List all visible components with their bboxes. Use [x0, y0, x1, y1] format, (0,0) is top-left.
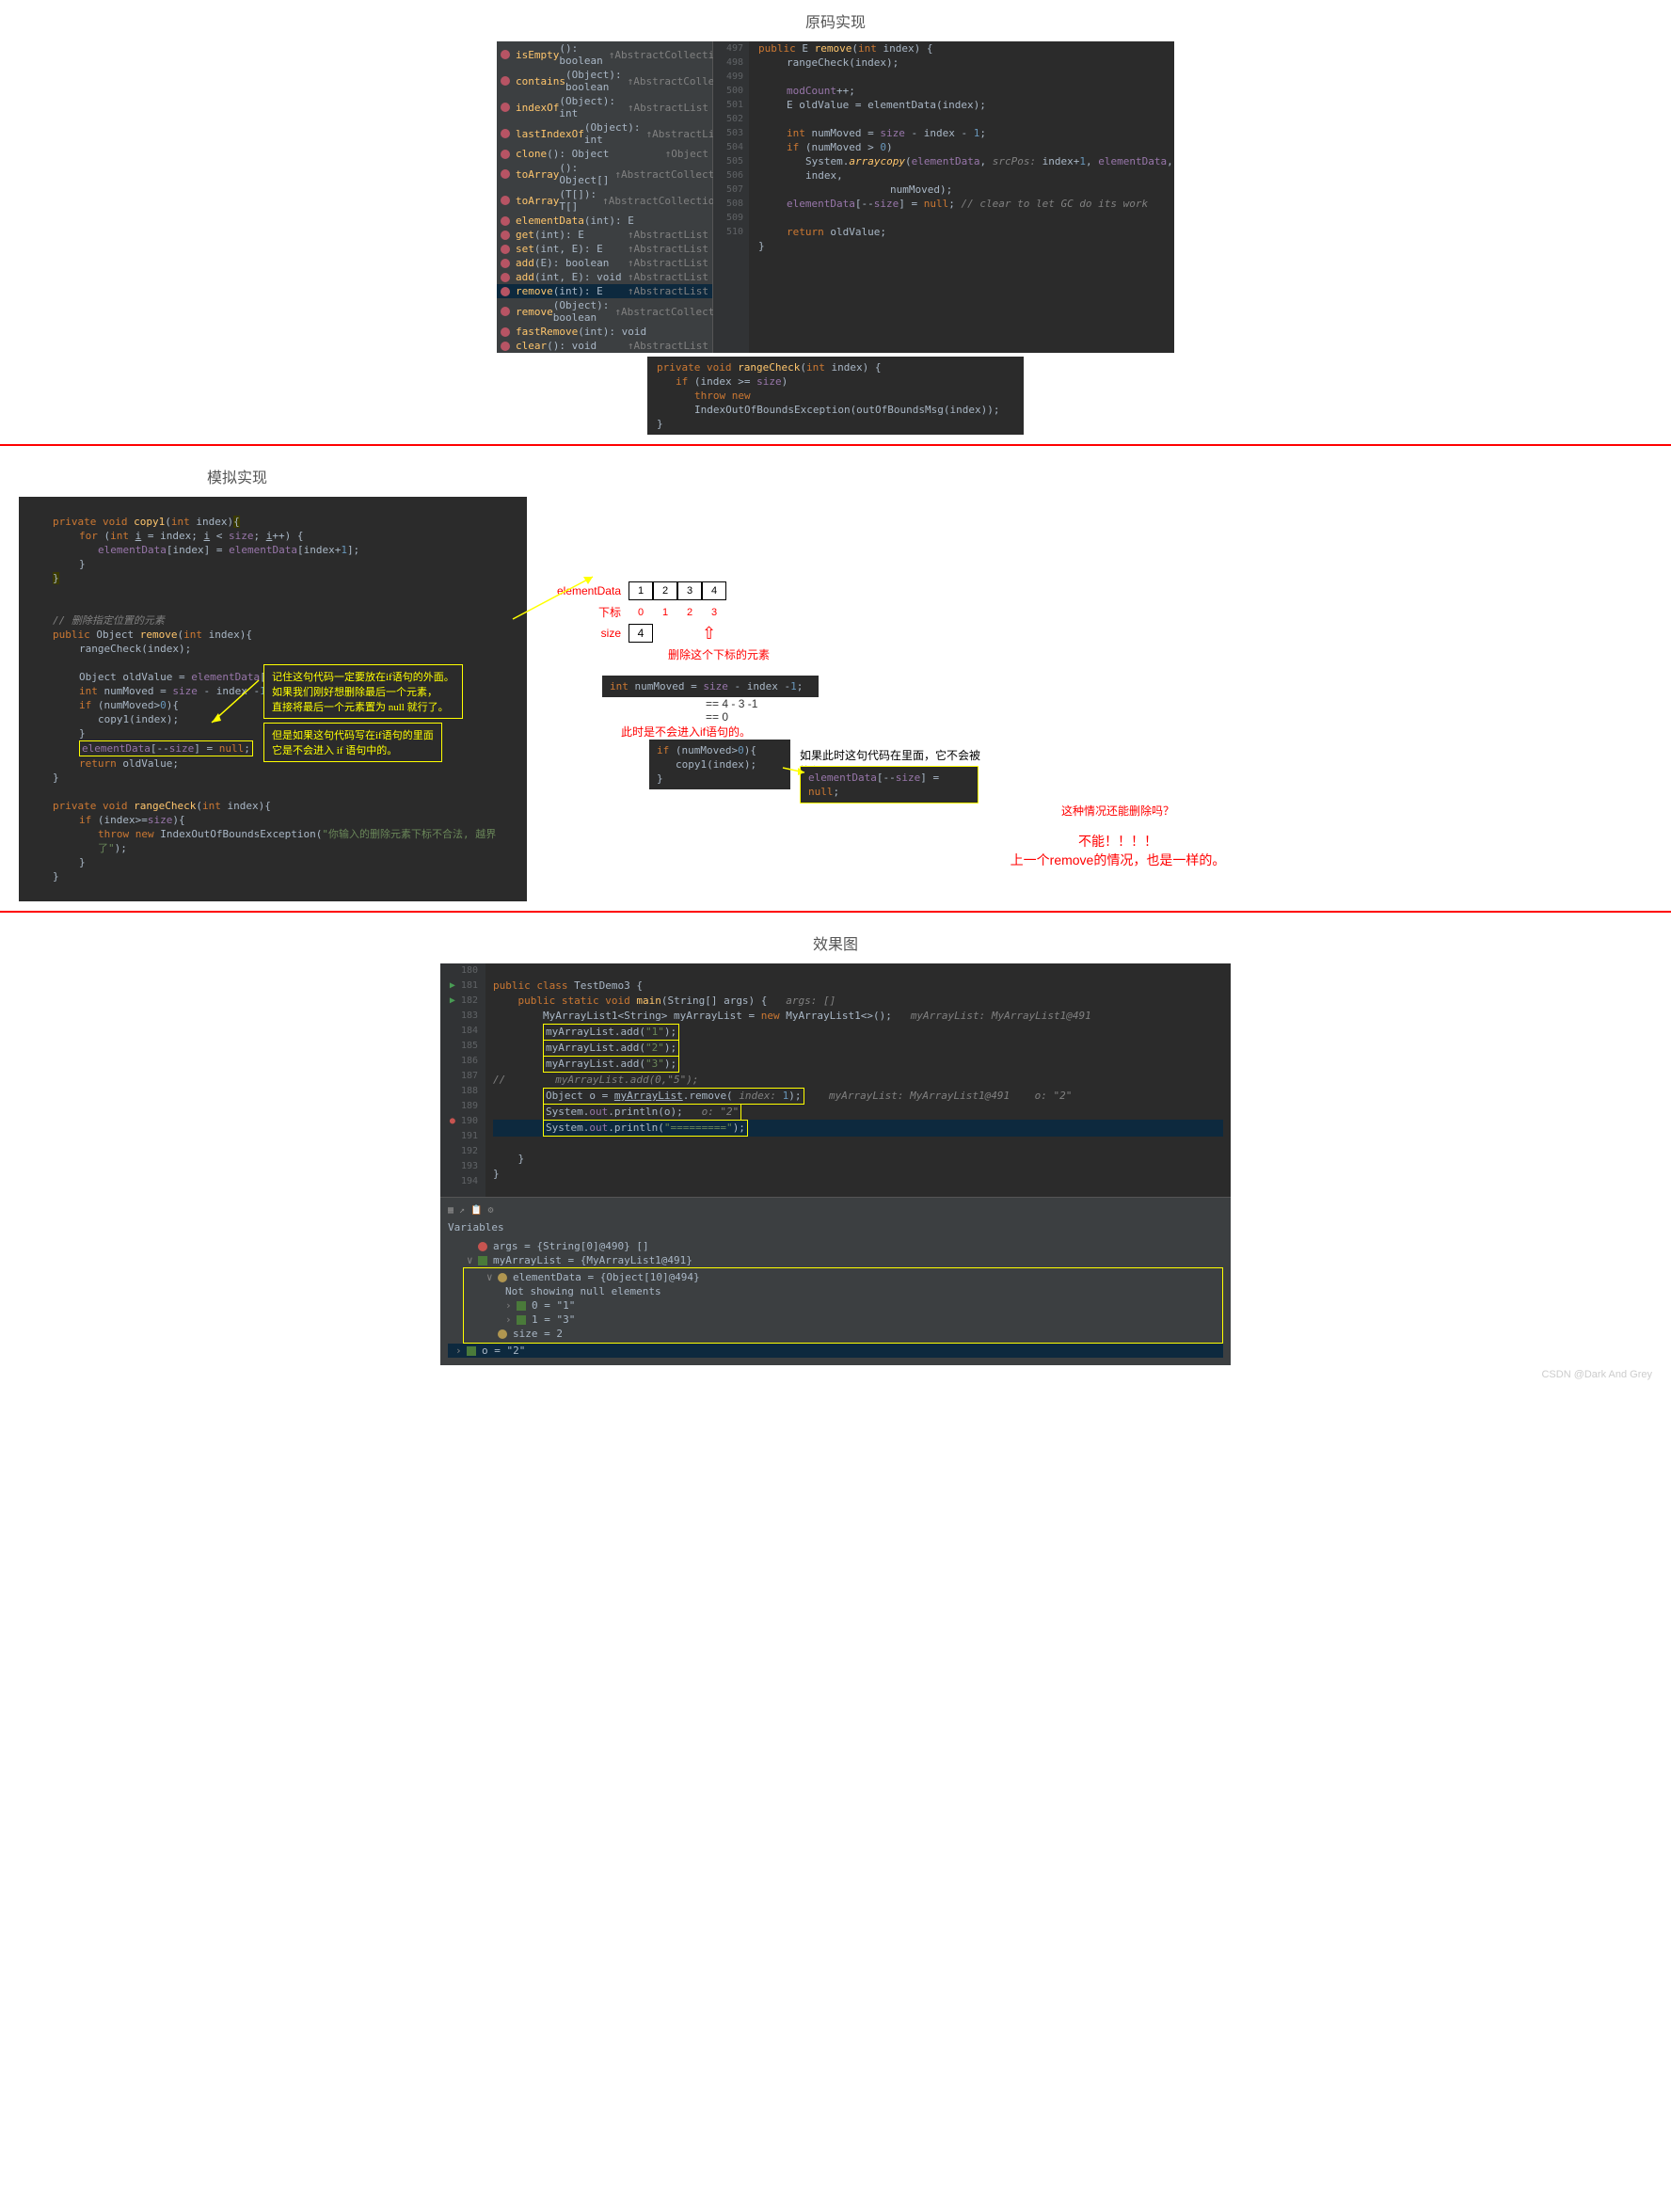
result-code[interactable]: public class TestDemo3 { public static v…	[485, 963, 1231, 1197]
note-1: 记住这句代码一定要放在if语句的外面。 如果我们刚好想删除最后一个元素， 直接将…	[263, 664, 463, 719]
highlighted-null-assign: elementData[--size] = null;	[79, 740, 253, 756]
method-item-indexOf[interactable]: indexOf(Object): int↑AbstractList	[497, 94, 712, 120]
section3-title: 效果图	[0, 922, 1671, 963]
section1-title: 原码实现	[0, 0, 1671, 41]
method-item-clear[interactable]: clear(): void↑AbstractList	[497, 339, 712, 353]
highlighted-inner-null: elementData[--size] = null;	[800, 766, 979, 804]
line-gutter: 4974984995005015025035045055065075085095…	[713, 41, 749, 353]
method-icon	[501, 342, 510, 351]
method-item-add[interactable]: add(int, E): void↑AbstractList	[497, 270, 712, 284]
method-item-remove[interactable]: remove(Object): boolean↑AbstractCollecti…	[497, 298, 712, 325]
method-item-add[interactable]: add(E): boolean↑AbstractList	[497, 256, 712, 270]
method-icon	[501, 307, 510, 316]
box-remove-calls: Object o = myArrayList.remove( index: 1)…	[543, 1088, 804, 1105]
method-item-remove[interactable]: remove(int): E↑AbstractList	[497, 284, 712, 298]
method-item-isEmpty[interactable]: isEmpty(): boolean↑AbstractCollection	[497, 41, 712, 68]
method-item-contains[interactable]: contains(Object): boolean↑AbstractCollec…	[497, 68, 712, 94]
result-panel: 180▶ 181▶ 182183184185186187188189● 1901…	[440, 963, 1231, 1365]
method-item-get[interactable]: get(int): E↑AbstractList	[497, 228, 712, 242]
debugger-variables[interactable]: ▦ ↗ 📋 ⚙ Variables args = {String[0]@490}…	[440, 1197, 1231, 1365]
divider-2	[0, 911, 1671, 913]
method-icon	[501, 196, 510, 205]
method-item-toArray[interactable]: toArray(T[]): T[]↑AbstractCollection	[497, 187, 712, 214]
diagram-panel: elementData 1234 下标 0123 size 4 ⇧ 删除这个下标…	[546, 497, 1652, 869]
method-icon	[501, 287, 510, 296]
index-label: 2	[677, 607, 702, 618]
method-icon	[501, 50, 510, 59]
method-icon	[501, 327, 510, 337]
method-icon	[501, 76, 510, 86]
box-elementdata: ∨elementData = {Object[10]@494} Not show…	[463, 1267, 1223, 1344]
method-item-toArray[interactable]: toArray(): Object[]↑AbstractCollection	[497, 161, 712, 187]
index-label: 1	[653, 607, 677, 618]
index-label: 0	[629, 607, 653, 618]
array-cell: 4	[702, 581, 726, 600]
sim-code-panel[interactable]: private void copy1(int index){ for (int …	[19, 497, 527, 901]
method-icon	[501, 216, 510, 226]
box-add-calls: myArrayList.add("1");	[543, 1024, 679, 1041]
method-item-lastIndexOf[interactable]: lastIndexOf(Object): int↑AbstractList	[497, 120, 712, 147]
method-icon	[501, 273, 510, 282]
method-icon	[501, 231, 510, 240]
method-icon	[501, 245, 510, 254]
method-item-set[interactable]: set(int, E): E↑AbstractList	[497, 242, 712, 256]
note-2: 但是如果这句代码写在if语句的里面 它是不会进入 if 语句中的。	[263, 723, 442, 762]
method-icon	[501, 103, 510, 112]
section2-title: 模拟实现	[0, 455, 1671, 497]
arrow-up-icon: ⇧	[702, 628, 716, 639]
watermark: CSDN @Dark And Grey	[0, 1365, 1671, 1384]
code-area-1[interactable]: public E remove(int index) { rangeCheck(…	[749, 41, 1174, 353]
array-cell: 3	[677, 581, 702, 600]
method-item-fastRemove[interactable]: fastRemove(int): void	[497, 325, 712, 339]
index-label: 3	[702, 607, 726, 618]
divider-1	[0, 444, 1671, 446]
method-item-elementData[interactable]: elementData(int): E	[497, 214, 712, 228]
array-cell: 2	[653, 581, 677, 600]
rangecheck-snippet: private void rangeCheck(int index) { if …	[647, 357, 1024, 435]
method-list[interactable]: isEmpty(): boolean↑AbstractCollectioncon…	[497, 41, 713, 353]
method-icon	[501, 169, 510, 179]
method-icon	[501, 150, 510, 159]
method-icon	[501, 259, 510, 268]
ide-panel-1: isEmpty(): boolean↑AbstractCollectioncon…	[497, 41, 1174, 353]
method-item-clone[interactable]: clone(): Object↑Object	[497, 147, 712, 161]
method-icon	[501, 129, 510, 138]
array-cell: 1	[629, 581, 653, 600]
